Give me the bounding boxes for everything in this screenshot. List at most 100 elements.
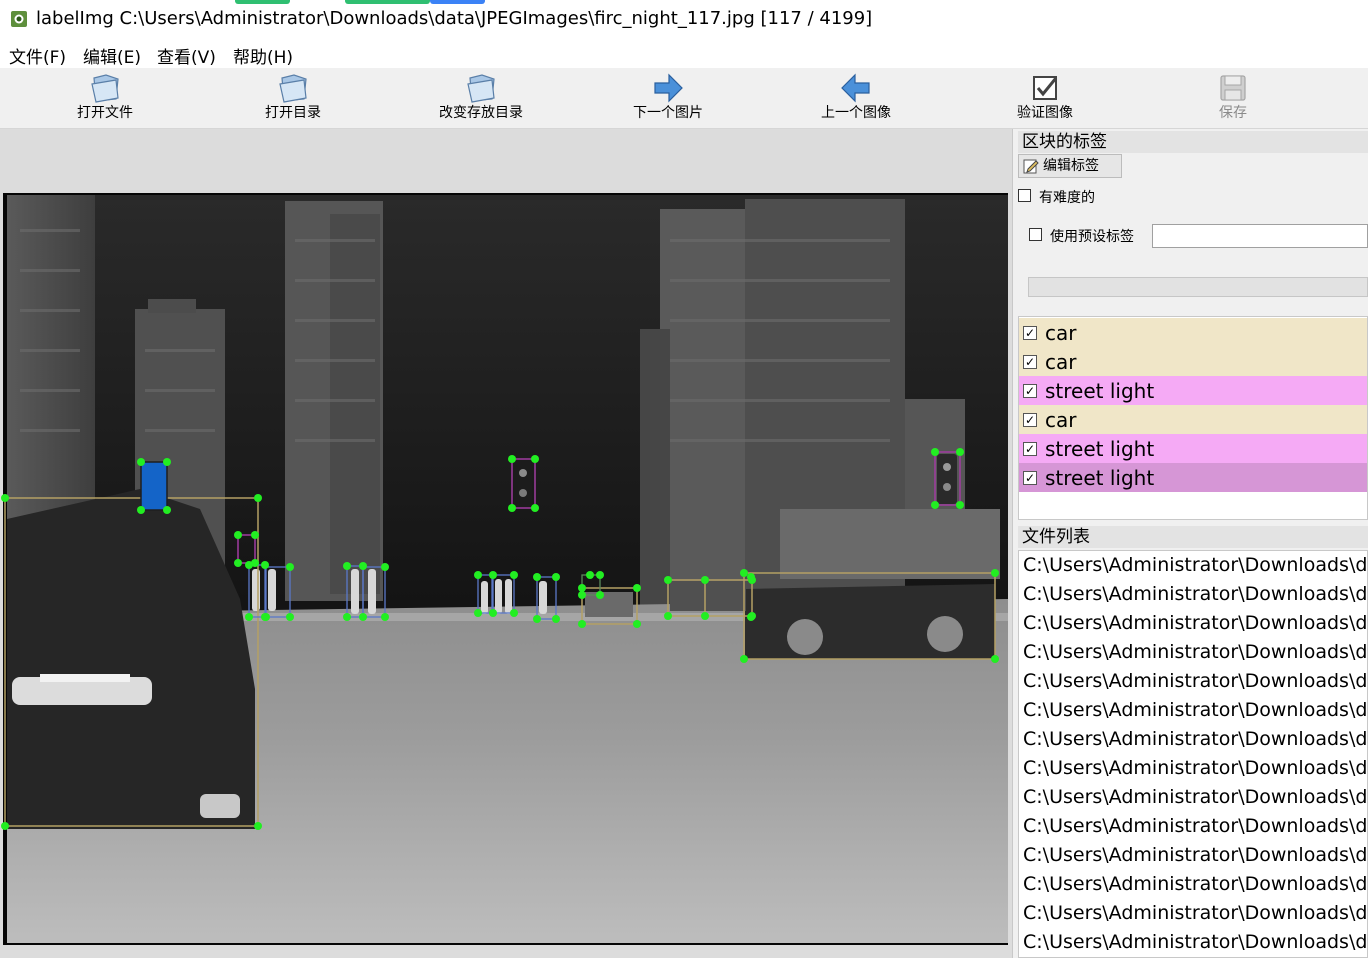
vertex-handle[interactable]	[596, 591, 604, 599]
vertex-handle[interactable]	[533, 615, 541, 623]
label-list-item[interactable]: ✓ street light	[1019, 463, 1367, 492]
vertex-handle[interactable]	[633, 584, 641, 592]
label-item-checkbox[interactable]: ✓	[1023, 442, 1037, 456]
vertex-handle[interactable]	[740, 655, 748, 663]
vertex-handle[interactable]	[510, 609, 518, 617]
label-item-checkbox[interactable]: ✓	[1023, 326, 1037, 340]
file-list-item[interactable]: C:\Users\Administrator\Downloads\data\JP…	[1023, 754, 1367, 783]
label-list-item[interactable]: ✓ car	[1019, 405, 1367, 434]
vertex-handle[interactable]	[991, 655, 999, 663]
vertex-handle[interactable]	[991, 569, 999, 577]
vertex-handle[interactable]	[510, 571, 518, 579]
vertex-handle[interactable]	[163, 506, 171, 514]
vertex-handle[interactable]	[748, 576, 756, 584]
vertex-handle[interactable]	[596, 571, 604, 579]
file-list-item[interactable]: C:\Users\Administrator\Downloads\data\JP…	[1023, 725, 1367, 754]
vertex-handle[interactable]	[633, 620, 641, 628]
open-dir-button[interactable]: 打开目录	[233, 70, 353, 126]
change-save-dir-button[interactable]: 改变存放目录	[421, 70, 541, 126]
menu-edit[interactable]: 编辑(E)	[83, 43, 141, 68]
file-list-item[interactable]: C:\Users\Administrator\Downloads\data\JP…	[1023, 899, 1367, 928]
vertex-handle[interactable]	[664, 612, 672, 620]
vertex-handle[interactable]	[508, 455, 516, 463]
file-list-item[interactable]: C:\Users\Administrator\Downloads\data\JP…	[1023, 696, 1367, 725]
label-item-checkbox[interactable]: ✓	[1023, 355, 1037, 369]
label-list-item[interactable]: ✓ street light	[1019, 434, 1367, 463]
vertex-handle[interactable]	[137, 458, 145, 466]
image-canvas[interactable]	[0, 129, 1012, 958]
vertex-handle[interactable]	[286, 613, 294, 621]
vertex-handle[interactable]	[533, 573, 541, 581]
vertex-handle[interactable]	[586, 571, 594, 579]
vertex-handle[interactable]	[163, 458, 171, 466]
label-combo[interactable]	[1028, 277, 1368, 297]
label-list-item[interactable]: ✓ car	[1019, 347, 1367, 376]
label-list-item[interactable]: ✓ car	[1019, 318, 1367, 347]
file-list-item[interactable]: C:\Users\Administrator\Downloads\data\JP…	[1023, 551, 1367, 580]
difficult-checkbox[interactable]	[1018, 189, 1031, 202]
vertex-handle[interactable]	[1, 822, 9, 830]
vertex-handle[interactable]	[931, 448, 939, 456]
vertex-handle[interactable]	[474, 609, 482, 617]
vertex-handle[interactable]	[531, 455, 539, 463]
vertex-handle[interactable]	[578, 591, 586, 599]
vertex-handle[interactable]	[664, 576, 672, 584]
file-list-item[interactable]: C:\Users\Administrator\Downloads\data\JP…	[1023, 580, 1367, 609]
menu-help[interactable]: 帮助(H)	[233, 43, 293, 68]
vertex-handle[interactable]	[343, 562, 351, 570]
vertex-handle[interactable]	[381, 613, 389, 621]
default-label-input[interactable]	[1152, 224, 1368, 248]
vertex-handle[interactable]	[245, 613, 253, 621]
vertex-handle[interactable]	[701, 612, 709, 620]
vertex-handle[interactable]	[748, 612, 756, 620]
vertex-handle[interactable]	[251, 531, 259, 539]
vertex-handle[interactable]	[1, 494, 9, 502]
label-item-checkbox[interactable]: ✓	[1023, 471, 1037, 485]
open-file-button[interactable]: 打开文件	[45, 70, 165, 126]
vertex-handle[interactable]	[359, 613, 367, 621]
file-list-item[interactable]: C:\Users\Administrator\Downloads\data\JP…	[1023, 870, 1367, 899]
vertex-handle[interactable]	[531, 504, 539, 512]
vertex-handle[interactable]	[234, 531, 242, 539]
vertex-handle[interactable]	[137, 506, 145, 514]
file-list-item[interactable]: C:\Users\Administrator\Downloads\data\JP…	[1023, 812, 1367, 841]
verify-image-button[interactable]: 验证图像	[985, 70, 1105, 126]
next-image-button[interactable]: 下一个图片	[608, 70, 728, 126]
vertex-handle[interactable]	[578, 620, 586, 628]
vertex-handle[interactable]	[261, 561, 269, 569]
file-list-item[interactable]: C:\Users\Administrator\Downloads\data\JP…	[1023, 609, 1367, 638]
prev-image-button[interactable]: 上一个图像	[796, 70, 916, 126]
edit-label-button[interactable]: 编辑标签	[1018, 154, 1122, 178]
use-default-label-checkbox[interactable]	[1029, 228, 1042, 241]
vertex-handle[interactable]	[740, 569, 748, 577]
vertex-handle[interactable]	[701, 576, 709, 584]
file-list[interactable]: C:\Users\Administrator\Downloads\data\JP…	[1018, 550, 1368, 958]
menu-file[interactable]: 文件(F)	[9, 43, 66, 68]
vertex-handle[interactable]	[234, 559, 242, 567]
label-item-checkbox[interactable]: ✓	[1023, 413, 1037, 427]
file-list-item[interactable]: C:\Users\Administrator\Downloads\data\JP…	[1023, 928, 1367, 957]
vertex-handle[interactable]	[254, 494, 262, 502]
bbox-street-light-selected[interactable]	[140, 461, 168, 511]
vertex-handle[interactable]	[931, 501, 939, 509]
label-item-checkbox[interactable]: ✓	[1023, 384, 1037, 398]
vertex-handle[interactable]	[262, 613, 270, 621]
file-list-item[interactable]: C:\Users\Administrator\Downloads\data\JP…	[1023, 667, 1367, 696]
menu-view[interactable]: 查看(V)	[157, 43, 216, 68]
file-list-item[interactable]: C:\Users\Administrator\Downloads\data\JP…	[1023, 783, 1367, 812]
vertex-handle[interactable]	[578, 584, 586, 592]
vertex-handle[interactable]	[286, 563, 294, 571]
vertex-handle[interactable]	[489, 609, 497, 617]
vertex-handle[interactable]	[489, 571, 497, 579]
vertex-handle[interactable]	[245, 561, 253, 569]
canvas-area[interactable]	[0, 129, 1013, 958]
save-button[interactable]: 保存	[1173, 70, 1293, 126]
vertex-handle[interactable]	[254, 822, 262, 830]
label-list[interactable]: ✓ car ✓ car ✓ street light ✓ car ✓ street light ✓ s…	[1018, 316, 1368, 520]
vertex-handle[interactable]	[508, 504, 516, 512]
vertex-handle[interactable]	[552, 573, 560, 581]
vertex-handle[interactable]	[552, 615, 560, 623]
file-list-item[interactable]: C:\Users\Administrator\Downloads\data\JP…	[1023, 638, 1367, 667]
vertex-handle[interactable]	[381, 563, 389, 571]
label-list-item[interactable]: ✓ street light	[1019, 376, 1367, 405]
